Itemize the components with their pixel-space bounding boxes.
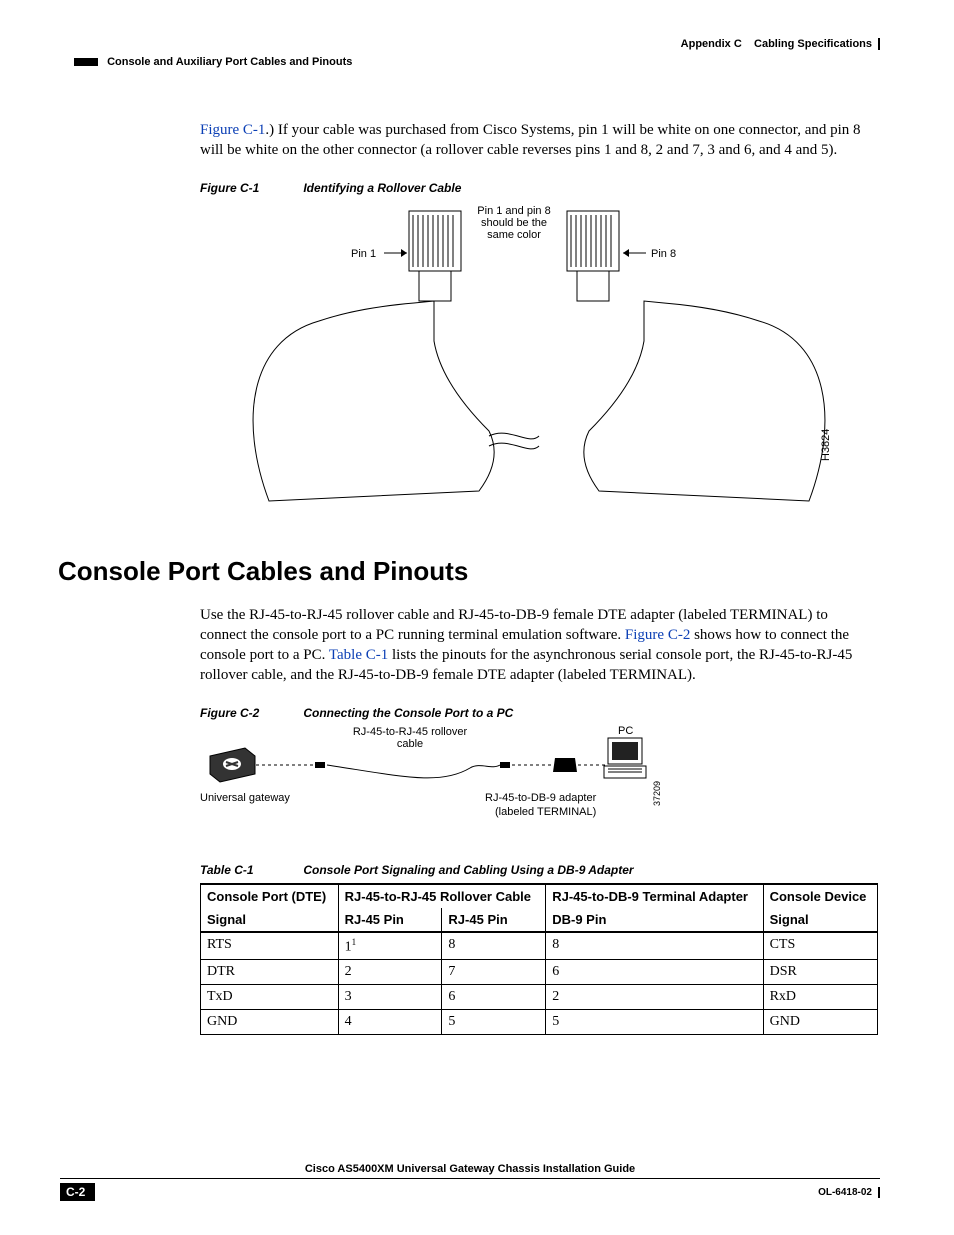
page-number: C-2 (60, 1183, 95, 1201)
heading-console-port: Console Port Cables and Pinouts (58, 556, 878, 587)
art-id: H3824 (820, 428, 832, 460)
svg-text:37209: 37209 (652, 780, 662, 805)
pin1-label: Pin 1 (351, 248, 376, 260)
table-row: GND455GND (201, 1010, 878, 1035)
appendix-title: Cabling Specifications (754, 38, 872, 50)
intro-paragraph: Figure C-1.) If your cable was purchased… (200, 120, 878, 161)
section-title: Console and Auxiliary Port Cables and Pi… (107, 56, 352, 68)
svg-text:Universal gateway: Universal gateway (200, 792, 290, 804)
figure-c1: Pin 1 Pin 8 Pin 1 and pin 8 should be th… (200, 201, 878, 526)
footer-doc-title: Cisco AS5400XM Universal Gateway Chassis… (60, 1163, 880, 1179)
table-c1: Console Port (DTE) RJ-45-to-RJ-45 Rollov… (200, 883, 878, 1036)
figure-c2: Universal gateway RJ-45-to-RJ-45 rollove… (200, 726, 878, 841)
page-footer: Cisco AS5400XM Universal Gateway Chassis… (60, 1163, 880, 1201)
svg-text:RJ-45-to-DB-9 adapter: RJ-45-to-DB-9 adapter (485, 792, 597, 804)
table-row: RTS1188CTS (201, 932, 878, 960)
page-header: Appendix C Cabling Specifications Consol… (74, 38, 880, 68)
figure-c2-caption: Figure C-2 Connecting the Console Port t… (200, 706, 878, 720)
figure-c2-link[interactable]: Figure C-2 (625, 627, 690, 643)
table-c1-link[interactable]: Table C-1 (329, 647, 388, 663)
appendix-label: Appendix C (681, 38, 742, 50)
figure-c1-caption: Figure C-1 Identifying a Rollover Cable (200, 181, 878, 195)
console-paragraph: Use the RJ-45-to-RJ-45 rollover cable an… (200, 605, 878, 686)
table-row: DTR276DSR (201, 960, 878, 985)
pin8-label: Pin 8 (651, 248, 676, 260)
header-rule-icon (74, 58, 98, 66)
center-annotation: Pin 1 and pin 8 should be the same color (469, 205, 559, 241)
doc-id: OL-6418-02 (818, 1187, 880, 1198)
svg-text:(labeled TERMINAL): (labeled TERMINAL) (495, 806, 596, 818)
table-row: TxD362RxD (201, 985, 878, 1010)
figure-c1-link[interactable]: Figure C-1 (200, 122, 265, 138)
svg-text:PC: PC (618, 726, 633, 737)
table-c1-caption: Table C-1 Console Port Signaling and Cab… (200, 863, 878, 877)
